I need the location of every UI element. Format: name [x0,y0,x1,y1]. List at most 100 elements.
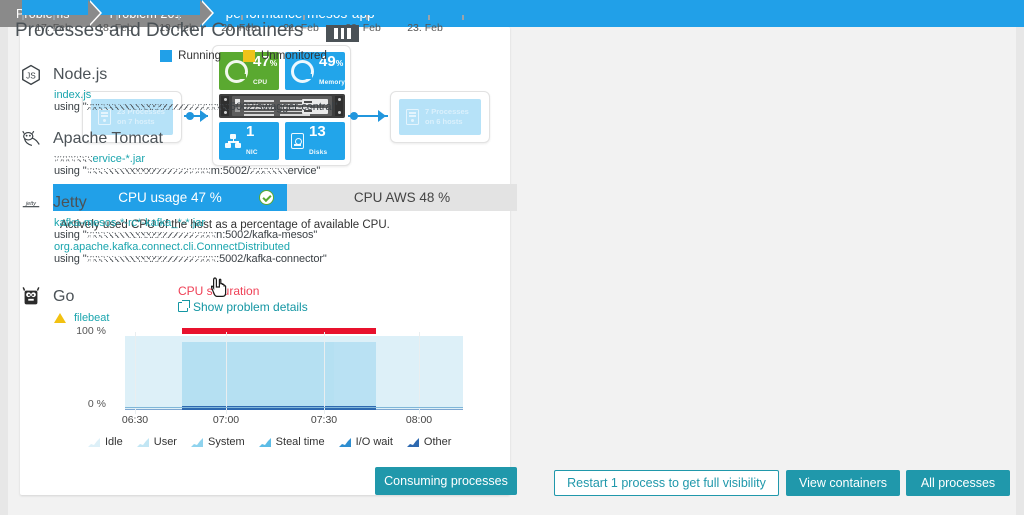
legend-item-idle[interactable]: Idle [88,436,123,448]
area-marker-icon [406,437,419,447]
all-processes-label: All processes [920,476,996,490]
legend-item-user[interactable]: User [136,436,177,448]
chart-y-tick-top: 100 % [76,325,106,337]
consuming-processes-label: Consuming processes [384,474,508,488]
unmonitored-swatch-icon [243,50,255,62]
process-endpoint: using "xxxxxxxxxxxxxxxxxxxxxxxx:5002/kaf… [54,253,327,265]
view-containers-label: View containers [798,476,887,490]
mouse-cursor-icon [211,277,227,297]
endpoint-prefix: using " [54,229,87,241]
endpoint-suffix: n:5002/kafka-mesos" [216,229,318,241]
svg-text:jetty: jetty [25,201,37,207]
area-marker-icon [338,437,351,447]
nodejs-icon: JS [22,64,40,86]
endpoint-masked-host: xxxxxxxxxxxxxxxxxxxxxxxxxx [86,101,227,113]
legend-item-io-wait[interactable]: I/O wait [338,436,393,448]
server-icon [406,109,419,125]
endpoint-suffix: :5002/kafka-connector" [216,253,327,265]
connector-dot-right [350,112,358,120]
chart-series-user [182,342,334,409]
svg-text:JS: JS [26,72,36,81]
jetty-icon: jetty [22,201,40,208]
legend-label: User [153,436,177,448]
legend-item-running[interactable]: Running [160,50,221,62]
go-gopher-icon [22,287,40,305]
warning-triangle-icon [54,313,66,323]
legend-label: Idle [105,436,123,448]
outgoing-processes-count: 7 Processes [425,107,469,116]
chart-legend: Idle User System Steal time I/O wait Oth… [88,436,498,448]
legend-label: Steal time [275,436,325,448]
process-endpoint: using "xxxxxxxxxxxxxxxxxxxxxxxxxx:5002/s… [54,101,338,113]
process-link-masked: xxxxxxx [54,153,93,165]
chart-series-other [125,408,463,410]
show-problem-details-link[interactable]: Show problem details [178,300,308,314]
legend-item-unmonitored[interactable]: Unmonitored [243,50,327,62]
process-link[interactable]: org.apache.kafka.connect.cli.ConnectDist… [54,241,327,253]
legend-label: Unmonitored [261,50,327,62]
process-link[interactable]: filebeat [74,312,109,324]
restart-process-button[interactable]: Restart 1 process to get full visibility [554,470,779,496]
chart-x-tick: 07:00 [212,414,240,426]
all-processes-button[interactable]: All processes [906,470,1010,496]
running-swatch-icon [160,50,173,62]
process-group-go: Go filebeat [20,286,109,324]
chart-y-tick-bottom: 0 % [87,398,106,410]
chart-annotation-cpu-saturation [182,328,376,334]
chart-x-axis [125,407,463,408]
connector-dot-left [186,112,194,120]
area-marker-icon [258,437,271,447]
cpu-usage-chart[interactable] [125,328,463,414]
process-link[interactable]: kafka-mesos-*-rc*-kafka_*-*.jar [54,217,327,229]
endpoint-masked-host: xxxxxxxxxxxxxxxxxxxxxxx [86,165,211,177]
process-group-name: Apache Tomcat [53,130,163,147]
endpoint-prefix: using " [54,253,87,265]
process-endpoint: using "xxxxxxxxxxxxxxxxxxxxxxxxn:5002/ka… [54,229,327,241]
chart-series-system [334,342,376,409]
tomcat-icon [22,130,40,146]
process-group-name: Go [53,288,75,305]
area-marker-icon [136,437,149,447]
external-link-icon [178,300,190,312]
processes-panel-title: Processes and Docker Containers [15,20,304,41]
endpoint-masked-host: xxxxxxxxxxxxxxxxxxxxxxxx [86,253,217,265]
chart-x-tick: 06:30 [121,414,149,426]
endpoint-masked-path: xxxxxxx [249,165,288,177]
process-group-jetty: jetty Jetty kafka-mesos-*-rc*-kafka_*-*.… [20,192,327,265]
bars-icon [326,25,359,42]
process-group-nodejs: JS Node.js index.js using "xxxxxxxxxxxxx… [20,64,338,113]
legend-label: System [207,436,245,448]
right-gutter [1016,27,1024,515]
availability-legend: Running Unmonitored [0,50,487,62]
consuming-processes-button[interactable]: Consuming processes [375,467,517,495]
process-endpoint: using "xxxxxxxxxxxxxxxxxxxxxxxm:5002/xxx… [54,165,320,177]
legend-label: Running [178,50,221,62]
view-containers-button[interactable]: View containers [786,470,900,496]
endpoint-prefix: using " [54,165,87,177]
left-gutter [0,27,8,515]
outgoing-processes-box[interactable]: 7 Processes on 6 hosts [390,91,490,143]
chart-x-tick: 08:00 [405,414,433,426]
area-marker-icon [88,437,100,447]
arrow-right-outgoing [378,110,386,122]
endpoint-suffix: ervice" [287,165,321,177]
show-problem-details-label: Show problem details [193,300,308,314]
process-link[interactable]: xxxxxxxervice-*.jar [54,153,320,165]
legend-item-steal-time[interactable]: Steal time [258,436,325,448]
endpoint-suffix: :5002/swagger-central" [226,101,338,113]
chart-x-tick: 07:30 [310,414,338,426]
process-link-tail: ervice-*.jar [92,153,146,165]
process-group-tomcat: Apache Tomcat xxxxxxxervice-*.jar using … [20,128,320,177]
legend-label: Other [423,436,452,448]
page-root: Problems Problem 201 performance-mesos-a… [0,0,1024,515]
endpoint-port: m:5002/ [210,165,250,177]
legend-label: I/O wait [355,436,393,448]
legend-item-other[interactable]: Other [406,436,452,448]
process-link[interactable]: index.js [54,89,338,101]
process-group-name: Node.js [53,66,108,83]
timeline-date: 23. Feb [407,22,443,34]
restart-process-label: Restart 1 process to get full visibility [567,476,766,490]
endpoint-masked-host: xxxxxxxxxxxxxxxxxxxxxxxx [86,229,217,241]
legend-item-system[interactable]: System [190,436,245,448]
incoming-hosts-count: on 7 hosts [117,117,155,126]
